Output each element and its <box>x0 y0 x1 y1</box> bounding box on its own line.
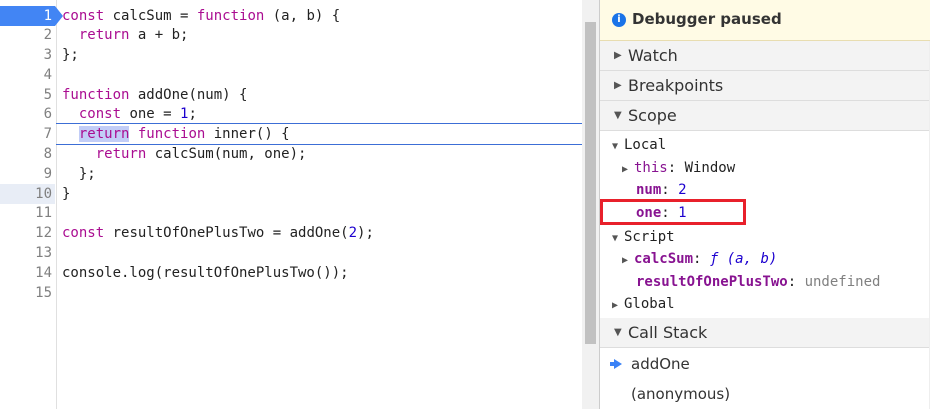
line-number[interactable]: 7 <box>0 124 55 144</box>
expand-triangle-icon: ▶ <box>614 50 622 61</box>
code-text: }; <box>78 166 96 182</box>
code-text: resultOfOnePlusTwo = addOne( <box>104 225 349 241</box>
scope-this-row[interactable]: ▶ this: Window <box>622 157 735 179</box>
code-line-10: } <box>62 186 71 202</box>
scope-local-toggle[interactable]: ▼ Local <box>612 134 666 156</box>
scope-num-row[interactable]: num: 2 <box>636 179 687 201</box>
code-text: ; <box>188 106 197 122</box>
code-text: addOne(num) { <box>129 87 248 103</box>
code-line-1: const calcSum = function (a, b) { <box>62 6 340 26</box>
frame-name: (anonymous) <box>631 385 731 403</box>
keyword: const <box>62 225 105 241</box>
expand-triangle-icon: ▶ <box>622 164 629 175</box>
call-stack-frame[interactable]: (anonymous) <box>600 379 930 409</box>
keyword: function <box>137 126 206 142</box>
code-text: (a, b) { <box>264 8 341 24</box>
keyword: function <box>62 87 130 103</box>
line-number[interactable]: 11 <box>0 203 55 223</box>
code-line-2: return a + b; <box>62 25 189 45</box>
code-text: inner() { <box>205 126 290 142</box>
collapse-triangle-icon: ▼ <box>614 110 622 121</box>
expand-triangle-icon: ▶ <box>622 255 629 266</box>
code-line-3: }; <box>62 47 79 63</box>
debugger-paused-banner: i Debugger paused <box>600 0 930 41</box>
call-stack-frame-current[interactable]: addOne <box>600 349 930 379</box>
breakpoints-section-header[interactable]: ▶ Breakpoints <box>600 71 930 101</box>
line-number[interactable]: 5 <box>0 85 55 105</box>
property-value: 2 <box>678 182 687 198</box>
scope-label: Global <box>624 296 675 312</box>
section-label: Breakpoints <box>628 76 724 95</box>
editor-scrollbar[interactable] <box>582 0 599 409</box>
annotation-highlight-box <box>600 199 746 225</box>
line-number[interactable]: 13 <box>0 243 55 263</box>
code-editor[interactable]: 1 2 3 4 5 6 7 8 9 10 11 12 13 14 15 cons… <box>0 0 582 409</box>
expand-triangle-icon: ▶ <box>614 80 622 91</box>
code-line-6: const one = 1; <box>62 104 197 124</box>
scrollbar-thumb[interactable] <box>585 22 596 344</box>
collapse-triangle-icon: ▼ <box>612 233 619 244</box>
scope-script-toggle[interactable]: ▼ Script <box>612 226 675 248</box>
line-number-current[interactable]: 10 <box>0 184 55 204</box>
info-icon: i <box>612 13 626 27</box>
watch-section-header[interactable]: ▶ Watch <box>600 41 930 71</box>
line-number[interactable]: 9 <box>0 164 55 184</box>
keyword: function <box>196 8 265 24</box>
paused-label: Debugger paused <box>632 10 782 28</box>
debugger-sidebar: i Debugger paused ▶ Watch ▶ Breakpoints … <box>599 0 930 409</box>
call-stack-section-header[interactable]: ▼ Call Stack <box>600 318 930 348</box>
current-frame-arrow-icon <box>610 359 622 369</box>
number-literal: 2 <box>348 225 358 241</box>
property-name: this <box>634 160 668 176</box>
line-number[interactable]: 2 <box>0 25 55 45</box>
scope-section-header[interactable]: ▼ Scope <box>600 101 930 131</box>
section-label: Watch <box>628 46 678 65</box>
code-text: a + b; <box>129 27 189 43</box>
keyword: const <box>78 106 122 122</box>
expand-triangle-icon: ▶ <box>612 300 619 311</box>
keyword: const <box>62 8 105 24</box>
collapse-triangle-icon: ▼ <box>614 327 622 338</box>
section-label: Call Stack <box>628 323 708 342</box>
code-line-8: return calcSum(num, one); <box>62 144 307 164</box>
code-text: ); <box>357 225 374 241</box>
code-line-12: const resultOfOnePlusTwo = addOne(2); <box>62 223 374 243</box>
line-number[interactable]: 15 <box>0 283 55 303</box>
line-number[interactable]: 3 <box>0 45 55 65</box>
keyword: return <box>78 27 130 43</box>
line-number-breakpoint[interactable]: 1 <box>0 6 63 26</box>
line-number[interactable]: 4 <box>0 65 55 85</box>
collapse-triangle-icon: ▼ <box>612 141 619 152</box>
scope-calcsum-row[interactable]: ▶ calcSum: ƒ (a, b) <box>622 248 777 270</box>
section-label: Scope <box>628 106 677 125</box>
property-value: undefined <box>804 274 881 290</box>
code-text: one = <box>121 106 181 122</box>
property-name: resultOfOnePlusTwo <box>636 274 788 290</box>
scope-result-row[interactable]: resultOfOnePlusTwo: undefined <box>636 271 880 293</box>
line-number[interactable]: 6 <box>0 104 55 124</box>
scope-label: Local <box>624 137 667 153</box>
property-value: Window <box>684 160 736 176</box>
code-line-7: return function inner() { <box>62 124 290 144</box>
line-number[interactable]: 8 <box>0 144 55 164</box>
line-number[interactable]: 12 <box>0 223 55 243</box>
paused-keyword-highlight: return <box>78 126 130 142</box>
property-name: calcSum <box>634 251 694 267</box>
property-value: ƒ (a, b) <box>709 251 778 267</box>
scope-label: Script <box>624 229 675 245</box>
code-text: calcSum(num, one); <box>146 146 307 162</box>
line-number-gutter[interactable]: 1 2 3 4 5 6 7 8 9 10 11 12 13 14 15 <box>0 0 63 409</box>
frame-name: addOne <box>631 355 690 373</box>
line-number[interactable]: 14 <box>0 263 55 283</box>
scope-global-toggle[interactable]: ▶ Global <box>612 293 675 315</box>
code-line-9: }; <box>62 164 96 184</box>
code-line-5: function addOne(num) { <box>62 85 247 105</box>
code-line-14: console.log(resultOfOnePlusTwo()); <box>62 265 349 281</box>
keyword: return <box>95 146 147 162</box>
code-text: calcSum = <box>104 8 197 24</box>
property-name: num <box>636 182 662 198</box>
